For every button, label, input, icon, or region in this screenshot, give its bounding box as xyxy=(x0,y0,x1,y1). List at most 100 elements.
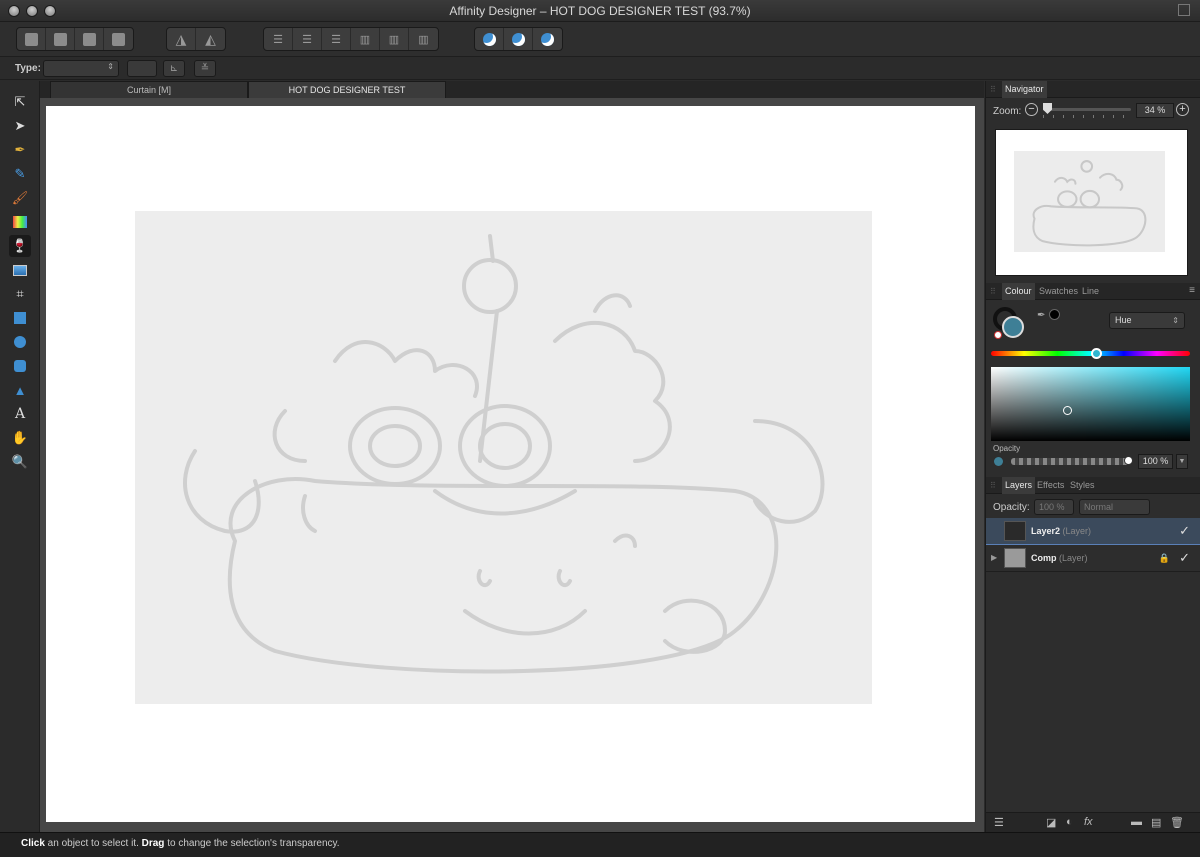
tab-navigator[interactable]: Navigator xyxy=(1002,81,1047,98)
node-tool[interactable]: ➤ xyxy=(9,115,31,137)
colour-opacity-field[interactable]: 100 % xyxy=(1138,454,1173,469)
flip-group: ◮ ◭ xyxy=(166,27,226,51)
pen-tool[interactable]: ✒ xyxy=(9,139,31,161)
layer-row-comp[interactable]: ▶ Comp (Layer) 🔒 ✓ xyxy=(986,545,1200,572)
move-back-one-button[interactable] xyxy=(46,28,75,50)
ellipse-tool-icon xyxy=(14,336,26,348)
move-to-front-button[interactable] xyxy=(104,28,133,50)
colour-opacity-dropdown[interactable]: ▼ xyxy=(1176,454,1188,469)
adjustment-icon[interactable]: ◐ xyxy=(1066,816,1073,828)
text-tool[interactable]: A xyxy=(9,403,31,425)
artboard[interactable] xyxy=(46,106,975,822)
visibility-checkmark-icon[interactable]: ✓ xyxy=(1179,523,1190,539)
mask-icon[interactable]: ◪ xyxy=(1046,816,1056,829)
triangle-tool[interactable]: ▲ xyxy=(9,379,31,401)
layer-stack-icon[interactable]: ☰ xyxy=(994,816,1004,829)
place-image-tool[interactable] xyxy=(9,259,31,281)
zoom-slider[interactable] xyxy=(1043,108,1131,111)
align-top-icon: ▥ xyxy=(359,33,371,46)
boolean-group xyxy=(474,27,563,51)
brush-tool[interactable]: 🖌 xyxy=(9,187,31,209)
crop-tool[interactable]: ⌗ xyxy=(9,283,31,305)
layer-row-layer2[interactable]: Layer2 (Layer) ✓ xyxy=(986,518,1200,545)
align-right-button[interactable]: ☰ xyxy=(322,28,351,50)
flip-vertical-button[interactable]: ◭ xyxy=(196,28,225,50)
add-group-folder-icon[interactable]: ▬ xyxy=(1131,816,1142,828)
intersect-boolean-button[interactable] xyxy=(533,28,562,50)
visibility-checkmark-icon[interactable]: ✓ xyxy=(1179,550,1190,566)
zoom-in-button[interactable]: + xyxy=(1176,103,1189,116)
pencil-tool[interactable]: ✎ xyxy=(9,163,31,185)
delete-layer-icon[interactable]: 🗑 xyxy=(1170,816,1184,829)
colour-mode-select[interactable]: Hue ⇕ xyxy=(1109,312,1185,329)
fullscreen-icon[interactable] xyxy=(1178,4,1190,16)
expand-arrow-icon[interactable]: ▶ xyxy=(991,553,997,562)
move-forward-one-button[interactable] xyxy=(75,28,104,50)
align-top-button[interactable]: ▥ xyxy=(351,28,380,50)
layer-thumbnail xyxy=(1004,521,1026,541)
add-boolean-button[interactable] xyxy=(475,28,504,50)
type-value-field[interactable] xyxy=(127,60,157,77)
rounded-rectangle-tool[interactable] xyxy=(9,355,31,377)
align-center-button[interactable]: ☰ xyxy=(293,28,322,50)
add-layer-icon[interactable]: ▤ xyxy=(1151,816,1161,829)
move-tool[interactable]: ⇱ xyxy=(9,91,31,113)
colour-opacity-handle[interactable] xyxy=(1124,456,1133,465)
navigator-preview[interactable] xyxy=(995,129,1188,276)
tab-colour[interactable]: Colour xyxy=(1002,283,1035,300)
layer-opacity-field[interactable]: 100 % xyxy=(1034,499,1074,515)
fill-stroke-swatch[interactable] xyxy=(993,307,1029,339)
align-middle-button[interactable]: ▥ xyxy=(380,28,409,50)
align-middle-icon: ▥ xyxy=(388,33,400,46)
transparency-tool[interactable]: 🍷 xyxy=(9,235,31,257)
canvas-workspace[interactable] xyxy=(40,98,984,832)
hand-tool[interactable]: ✋ xyxy=(9,427,31,449)
align-option-button[interactable]: ≚ xyxy=(194,60,216,77)
no-colour-icon[interactable] xyxy=(994,331,1002,339)
zoom-slider-handle[interactable] xyxy=(1043,103,1052,114)
picked-colour-swatch[interactable] xyxy=(1049,309,1060,320)
tab-layers[interactable]: Layers xyxy=(1002,477,1036,494)
fx-icon[interactable]: fx xyxy=(1084,816,1093,828)
tab-styles[interactable]: Styles xyxy=(1067,477,1098,494)
move-to-back-button[interactable] xyxy=(17,28,46,50)
hue-slider-handle[interactable] xyxy=(1091,348,1102,359)
zoom-value-field[interactable]: 34 % xyxy=(1136,103,1174,118)
layer-opacity-label: Opacity: xyxy=(993,502,1030,513)
zoom-tool[interactable]: 🔍 xyxy=(9,451,31,473)
tab-swatches[interactable]: Swatches xyxy=(1036,283,1081,300)
align-left-icon: ☰ xyxy=(273,33,283,46)
layer-name: Comp (Layer) xyxy=(1031,553,1088,563)
rectangle-tool[interactable] xyxy=(9,307,31,329)
navigator-thumbnail-drawing xyxy=(1032,160,1147,247)
tab-curtain[interactable]: Curtain [M] xyxy=(50,81,248,98)
tab-hot-dog-designer-test[interactable]: HOT DOG DESIGNER TEST xyxy=(248,81,446,98)
fill-tool[interactable] xyxy=(9,211,31,233)
colour-opacity-slider[interactable] xyxy=(1011,458,1129,465)
align-left-button[interactable]: ☰ xyxy=(264,28,293,50)
tab-effects[interactable]: Effects xyxy=(1034,477,1067,494)
colour-picker-icon[interactable]: ✒ xyxy=(1037,310,1045,321)
status-bar: Click an object to select it. Drag to ch… xyxy=(0,832,1200,857)
type-select[interactable]: ⇕ xyxy=(43,60,119,77)
lock-icon[interactable]: 🔒 xyxy=(1159,553,1170,564)
panel-menu-icon[interactable]: ≡ xyxy=(1189,285,1195,296)
fill-swatch[interactable] xyxy=(1002,316,1024,338)
move-to-front-icon xyxy=(112,32,125,46)
flip-horizontal-button[interactable]: ◮ xyxy=(167,28,196,50)
corner-button[interactable]: ⊾ xyxy=(163,60,185,77)
align-bottom-button[interactable]: ▥ xyxy=(409,28,438,50)
hot-dog-sketch-image[interactable] xyxy=(135,211,872,704)
hot-dog-sketch-drawing xyxy=(183,234,825,674)
type-label: Type: xyxy=(15,63,41,74)
move-back-one-icon xyxy=(53,32,67,46)
ellipse-tool[interactable] xyxy=(9,331,31,353)
subtract-boolean-button[interactable] xyxy=(504,28,533,50)
saturation-value-picker[interactable] xyxy=(991,367,1190,441)
triangle-tool-icon: ▲ xyxy=(13,382,27,398)
pen-tool-icon: ✒ xyxy=(14,142,26,157)
saturation-value-handle[interactable] xyxy=(1063,406,1072,415)
zoom-out-button[interactable]: − xyxy=(1025,103,1038,116)
tab-line[interactable]: Line xyxy=(1079,283,1102,300)
blend-mode-select[interactable]: Normal xyxy=(1079,499,1150,515)
